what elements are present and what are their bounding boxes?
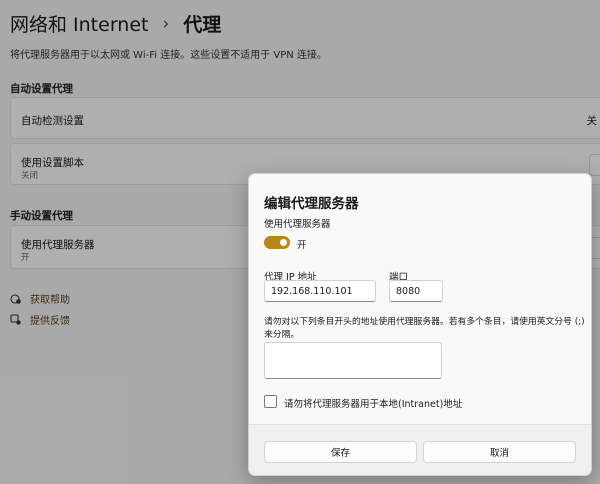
edit-proxy-dialog: 编辑代理服务器 使用代理服务器 开 代理 IP 地址 端口 请勿对以下列条目开头… [248, 173, 592, 476]
exceptions-input[interactable] [264, 342, 442, 379]
toggle-knob [280, 239, 287, 246]
port-input[interactable] [389, 280, 443, 302]
toggle-state-label: 开 [297, 240, 307, 251]
dialog-title: 编辑代理服务器 [264, 196, 359, 212]
use-proxy-toggle[interactable] [264, 236, 290, 249]
use-proxy-dialog-label: 使用代理服务器 [264, 219, 331, 230]
local-address-checkbox[interactable] [264, 395, 277, 408]
save-button[interactable]: 保存 [264, 441, 417, 463]
proxy-ip-input[interactable] [264, 280, 376, 302]
dialog-footer: 保存 取消 [249, 424, 591, 475]
local-address-label[interactable]: 请勿将代理服务器用于本地(Intranet)地址 [284, 396, 462, 410]
exceptions-hint: 请勿对以下列条目开头的地址使用代理服务器。若有多个条目，请使用英文分号 (;) … [264, 317, 585, 340]
cancel-button[interactable]: 取消 [423, 441, 576, 463]
